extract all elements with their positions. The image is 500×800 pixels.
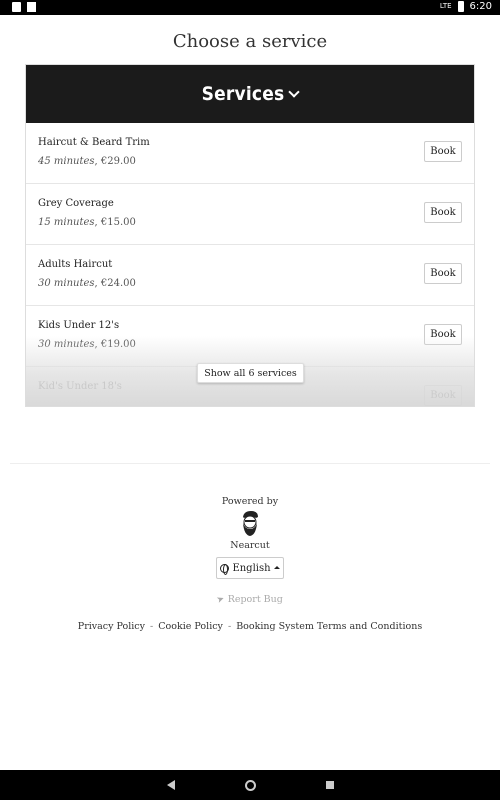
service-name: Adults Haircut (38, 259, 113, 270)
service-price: €29.00 (100, 156, 136, 167)
services-header[interactable]: Services (26, 65, 474, 123)
book-button[interactable]: Book (424, 141, 462, 162)
services-header-title: Services (201, 83, 285, 105)
report-bug-link[interactable]: ➤ Report Bug (0, 593, 500, 606)
book-button[interactable]: Book (424, 385, 462, 406)
back-icon[interactable] (166, 780, 175, 790)
status-bar: LTE 6:20 (0, 0, 500, 15)
book-button[interactable]: Book (424, 202, 462, 223)
book-button[interactable]: Book (424, 263, 462, 284)
service-row: Haircut & Beard Trim 45 minutes, €29.00 … (26, 123, 474, 184)
services-card: Services Haircut & Beard Trim 45 minutes… (25, 64, 475, 407)
service-duration: 15 minutes (38, 217, 95, 228)
clock: 6:20 (469, 1, 492, 12)
service-meta: 30 minutes, €19.00 (38, 339, 136, 350)
service-name: Kids Under 12's (38, 320, 120, 331)
notification-icon (12, 2, 21, 12)
show-all-services-button[interactable]: Show all 6 services (197, 363, 304, 383)
battery-icon (457, 1, 464, 12)
report-bug-label: Report Bug (227, 594, 283, 605)
service-meta: 45 minutes, €29.00 (38, 156, 136, 167)
chevron-down-icon (288, 86, 301, 98)
network-type: LTE (439, 2, 452, 10)
navigation-bar (0, 770, 500, 800)
service-row: Kids Under 12's 30 minutes, €19.00 Book (26, 306, 474, 367)
service-price: €15.00 (100, 217, 136, 228)
service-price: €19.00 (100, 339, 136, 350)
privacy-policy-link[interactable]: Privacy Policy (78, 621, 145, 632)
link-separator: - (227, 621, 232, 632)
service-name: Haircut & Beard Trim (38, 137, 150, 148)
globe-icon (220, 563, 230, 575)
brand-name: Nearcut (230, 540, 270, 551)
language-label: English (232, 562, 271, 574)
nearcut-logo-icon[interactable] (236, 509, 264, 537)
book-button[interactable]: Book (424, 324, 462, 345)
service-duration: 30 minutes (38, 339, 95, 350)
service-row: Adults Haircut 30 minutes, €24.00 Book (26, 245, 474, 306)
terms-link[interactable]: Booking System Terms and Conditions (236, 621, 422, 632)
service-meta: 15 minutes, €15.00 (38, 217, 136, 228)
service-name: Grey Coverage (38, 198, 114, 209)
service-name: Kid's Under 18's (38, 381, 122, 392)
send-icon: ➤ (215, 593, 227, 606)
language-selector[interactable]: English (216, 557, 284, 579)
link-separator: - (150, 621, 154, 632)
footer-links: Privacy Policy - Cookie Policy - Booking… (0, 621, 500, 632)
service-price: €24.00 (100, 278, 136, 289)
service-meta: 30 minutes, €24.00 (38, 278, 136, 289)
caret-up-icon (273, 565, 280, 569)
sd-card-icon (27, 2, 36, 12)
divider (10, 463, 490, 464)
service-row: Grey Coverage 15 minutes, €15.00 Book (26, 184, 474, 245)
service-duration: 30 minutes (38, 278, 95, 289)
cookie-policy-link[interactable]: Cookie Policy (158, 621, 223, 632)
home-icon[interactable] (244, 779, 256, 791)
recent-apps-icon[interactable] (325, 781, 334, 789)
page-title: Choose a service (172, 31, 328, 52)
service-duration: 45 minutes (38, 156, 95, 167)
powered-by-label: Powered by (221, 496, 279, 507)
